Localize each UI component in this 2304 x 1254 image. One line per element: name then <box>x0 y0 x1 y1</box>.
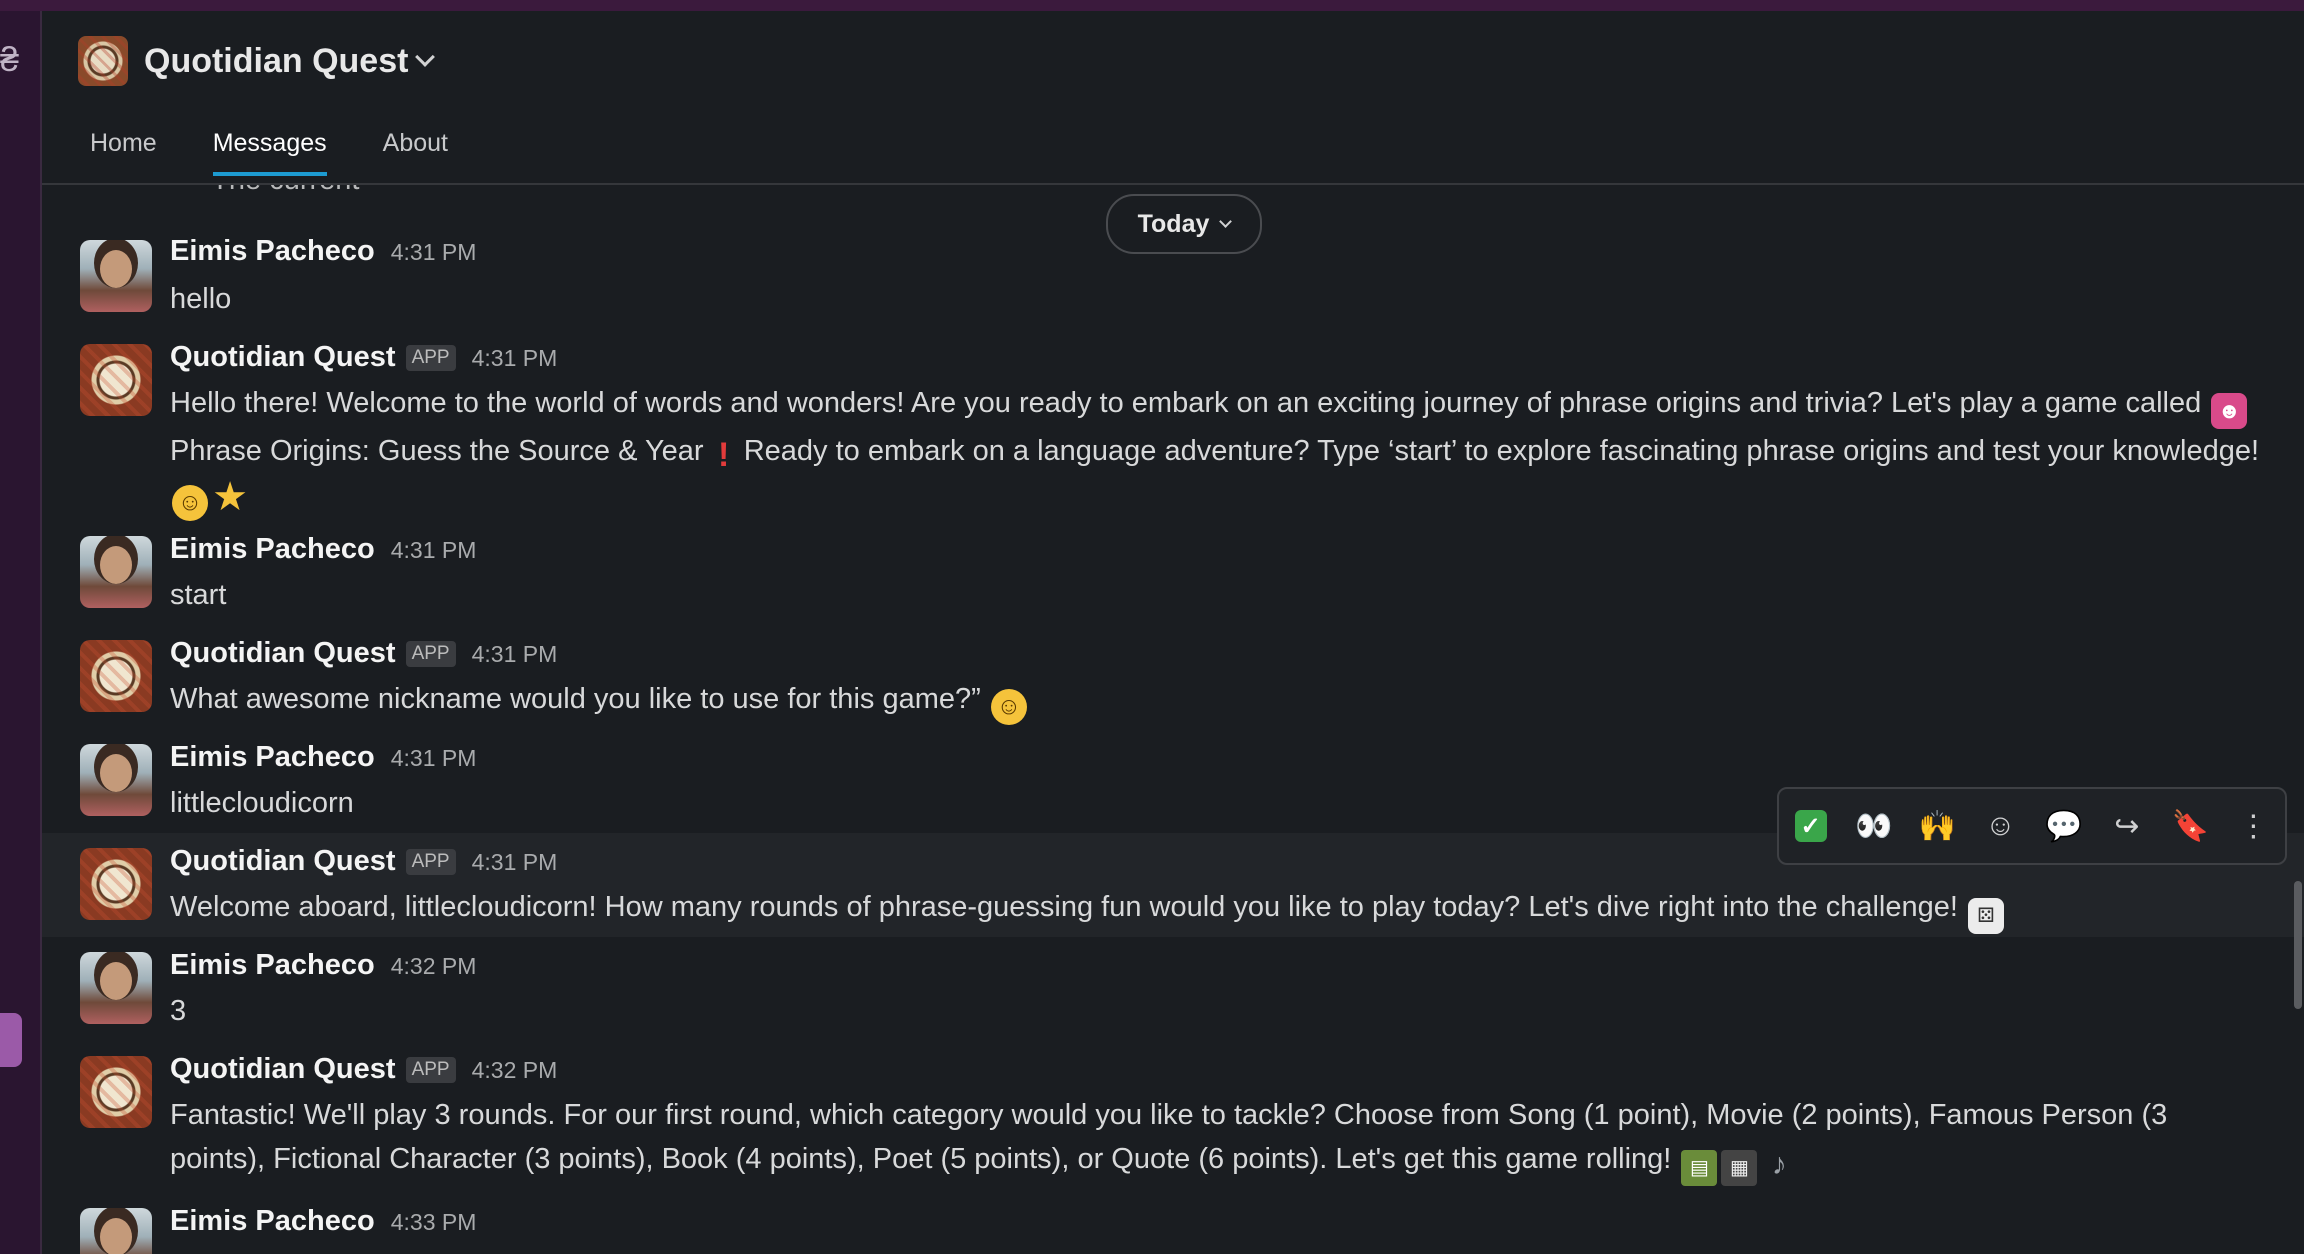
eyes-icon: 👀 <box>1855 809 1893 843</box>
timestamp[interactable]: 4:31 PM <box>391 239 477 266</box>
channel-title: Quotidian Quest <box>144 41 409 80</box>
books-icon: ▤ <box>1681 1150 1718 1186</box>
tab-home[interactable]: Home <box>90 129 157 176</box>
avatar[interactable] <box>80 536 152 608</box>
microphone-icon: ♪ <box>1771 1148 1787 1181</box>
message-row[interactable]: Quotidian Quest APP 4:31 PM Hello there!… <box>42 329 2304 521</box>
avatar[interactable] <box>80 1056 152 1128</box>
theater-mask-icon: ☻ <box>2211 393 2248 429</box>
rail-active-indicator[interactable] <box>0 1013 22 1067</box>
add-reaction-icon: ☺ <box>1985 809 2016 842</box>
channel-view: Quotidian Quest Home Messages About - Th… <box>42 11 2304 1254</box>
tab-messages[interactable]: Messages <box>212 129 327 176</box>
react-check-button[interactable]: ✓ <box>1786 801 1836 851</box>
message-text-part: What awesome nickname would you like to … <box>170 683 989 715</box>
chevron-down-icon <box>415 47 436 67</box>
forward-arrow-icon: ↪ <box>2114 809 2140 843</box>
date-divider-label: Today <box>1137 209 1210 238</box>
app-badge: APP <box>405 345 456 371</box>
avatar[interactable] <box>80 640 152 712</box>
avatar[interactable] <box>80 1208 152 1254</box>
check-mark-icon: ✓ <box>1794 810 1827 842</box>
timestamp[interactable]: 4:32 PM <box>391 953 477 980</box>
workspace-rail: ₴ <box>0 11 42 1254</box>
tab-about[interactable]: About <box>383 129 448 176</box>
message-text-part: Welcome aboard, littlecloudicorn! How ma… <box>170 891 1966 923</box>
avatar[interactable] <box>80 952 152 1024</box>
message-text: movie <box>170 1245 2270 1254</box>
timestamp[interactable]: 4:31 PM <box>391 537 477 564</box>
message-text: Fantastic! We'll play 3 rounds. For our … <box>170 1093 2270 1186</box>
message-text-part: Phrase Origins: Guess the Source & Year <box>170 435 704 467</box>
app-logo-icon <box>78 36 128 86</box>
timestamp[interactable]: 4:31 PM <box>391 745 477 772</box>
chevron-down-icon <box>1219 215 1233 228</box>
reply-thread-button[interactable]: 💬 <box>2039 801 2089 851</box>
sender-name[interactable]: Quotidian Quest <box>170 637 396 670</box>
more-actions-button[interactable]: ⋮ <box>2228 801 2278 851</box>
timestamp[interactable]: 4:31 PM <box>472 849 558 876</box>
date-divider-button[interactable]: Today <box>1106 194 1262 254</box>
sender-name[interactable]: Quotidian Quest <box>170 341 396 374</box>
timestamp[interactable]: 4:31 PM <box>472 345 558 372</box>
message-row[interactable]: Quotidian Quest APP 4:31 PM What awesome… <box>42 625 2304 725</box>
avatar[interactable] <box>80 240 152 312</box>
app-badge: APP <box>405 1057 456 1083</box>
sender-name[interactable]: Quotidian Quest <box>170 1053 396 1086</box>
app-badge: APP <box>405 641 456 667</box>
sender-name[interactable]: Eimis Pacheco <box>170 533 375 566</box>
sender-name[interactable]: Eimis Pacheco <box>170 1205 375 1238</box>
forward-button[interactable]: ↪ <box>2102 801 2152 851</box>
message-text: Hello there! Welcome to the world of wor… <box>170 381 2270 521</box>
message-text-part: Hello there! Welcome to the world of wor… <box>170 387 2210 419</box>
timestamp[interactable]: 4:31 PM <box>472 641 558 668</box>
nerd-face-icon: ☺ <box>172 485 208 521</box>
message-text-part: Ready to embark on a language adventure?… <box>735 435 2260 467</box>
raised-hands-icon: 🙌 <box>1918 809 1956 843</box>
react-eyes-button[interactable]: 👀 <box>1849 801 1899 851</box>
star-icon: ★ <box>212 475 248 519</box>
save-button[interactable]: 🔖 <box>2165 801 2215 851</box>
channel-tabs: Home Messages About <box>90 129 448 176</box>
timestamp[interactable]: 4:32 PM <box>472 1057 558 1084</box>
message-text: start <box>170 579 227 611</box>
add-reaction-button[interactable]: ☺ <box>1975 801 2025 851</box>
avatar[interactable] <box>80 344 152 416</box>
channel-header: Quotidian Quest Home Messages About <box>42 11 2304 185</box>
timestamp[interactable]: 4:33 PM <box>391 1209 477 1236</box>
react-hands-button[interactable]: 🙌 <box>1912 801 1962 851</box>
top-bar <box>0 0 2304 11</box>
message-row[interactable]: Eimis Pacheco 4:31 PM start <box>42 521 2304 621</box>
smile-icon: ☺ <box>990 689 1027 725</box>
speech-bubble-icon: 💬 <box>2044 809 2083 843</box>
channel-title-button[interactable]: Quotidian Quest <box>78 36 436 86</box>
sender-name[interactable]: Quotidian Quest <box>170 845 396 878</box>
message-row[interactable]: Eimis Pacheco 4:33 PM movie <box>42 1193 2304 1254</box>
message-row[interactable]: Quotidian Quest APP 4:32 PM Fantastic! W… <box>42 1041 2304 1189</box>
exclamation-icon: ! <box>717 436 730 474</box>
more-vertical-icon: ⋮ <box>2238 809 2269 843</box>
message-text: Welcome aboard, littlecloudicorn! How ma… <box>170 885 2270 934</box>
scrollbar-thumb[interactable] <box>2294 881 2302 1009</box>
rail-icon[interactable]: ₴ <box>0 41 22 80</box>
message-actions-toolbar: ✓ 👀 🙌 ☺ 💬 ↪ 🔖 ⋮ <box>1777 787 2287 865</box>
app-badge: APP <box>405 849 456 875</box>
bookmark-icon: 🔖 <box>2171 809 2209 843</box>
avatar[interactable] <box>80 744 152 816</box>
message-text: 3 <box>170 995 187 1027</box>
message-row[interactable]: Eimis Pacheco 4:32 PM 3 <box>42 937 2304 1037</box>
message-text-part: Fantastic! We'll play 3 rounds. For our … <box>170 1099 2168 1175</box>
avatar[interactable] <box>80 848 152 920</box>
sender-name[interactable]: Eimis Pacheco <box>170 949 375 982</box>
clapperboard-icon: ▦ <box>1721 1150 1758 1186</box>
sender-name[interactable]: Eimis Pacheco <box>170 235 375 268</box>
message-text: What awesome nickname would you like to … <box>170 677 2270 725</box>
sender-name[interactable]: Eimis Pacheco <box>170 741 375 774</box>
message-text: hello <box>170 283 232 315</box>
dice-icon: ⚄ <box>1967 898 2004 934</box>
